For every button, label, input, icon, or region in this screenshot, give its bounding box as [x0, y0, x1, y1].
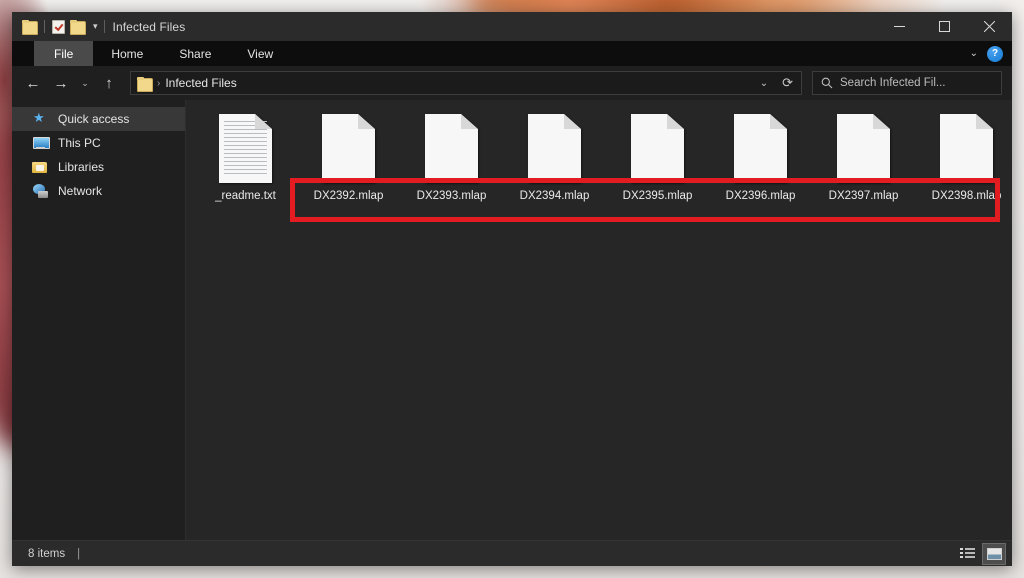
file-name-label: DX2393.mlap [416, 190, 487, 202]
blank-document-icon [322, 114, 375, 183]
list-item[interactable]: DX2394.mlap [503, 114, 606, 202]
computer-icon [32, 136, 50, 151]
file-name-label: DX2398.mlap [931, 190, 1002, 202]
file-list-pane[interactable]: _readme.txt DX2392.mlap DX2393.mlap DX23… [186, 100, 1012, 540]
tab-home[interactable]: Home [93, 41, 161, 66]
network-icon [32, 183, 49, 199]
list-item[interactable]: DX2396.mlap [709, 114, 812, 202]
search-icon [821, 77, 833, 89]
blank-document-icon [631, 114, 684, 183]
file-name-label: DX2395.mlap [622, 190, 693, 202]
explorer-body: Quick access This PC Libraries Network [12, 100, 1012, 540]
text-document-icon [219, 114, 272, 183]
folder-icon[interactable] [22, 20, 38, 35]
breadcrumb-separator: › [157, 77, 161, 89]
sidebar-item-label: Network [58, 184, 103, 198]
blank-document-icon [734, 114, 787, 183]
file-grid: _readme.txt DX2392.mlap DX2393.mlap DX23… [186, 114, 1012, 202]
blank-document-icon [837, 114, 890, 183]
sidebar-item-label: Libraries [58, 160, 105, 174]
file-explorer-window: ▾ Infected Files File Home Share View ⌄ … [12, 12, 1012, 566]
properties-icon[interactable] [52, 19, 65, 34]
address-bar: ← → ⌄ ↑ › Infected Files ⌄ ⟳ Search Infe… [12, 66, 1012, 100]
chevron-down-icon[interactable]: ▾ [93, 22, 98, 31]
list-item[interactable]: DX2395.mlap [606, 114, 709, 202]
blank-document-icon [425, 114, 478, 183]
file-name-label: _readme.txt [215, 190, 276, 202]
ribbon-tab-bar: File Home Share View ⌄ ? [12, 41, 1012, 66]
close-button[interactable] [967, 12, 1012, 41]
sidebar-item-network[interactable]: Network [12, 179, 185, 203]
breadcrumb-current-folder[interactable]: Infected Files [165, 76, 236, 90]
sidebar-item-quick-access[interactable]: Quick access [12, 107, 185, 131]
window-title: Infected Files [112, 19, 186, 34]
tab-view[interactable]: View [229, 41, 291, 66]
quick-access-toolbar: ▾ [12, 19, 98, 35]
title-divider [103, 20, 105, 33]
file-name-label: DX2392.mlap [313, 190, 384, 202]
navigation-pane: Quick access This PC Libraries Network [12, 100, 186, 540]
sidebar-item-label: This PC [58, 136, 101, 150]
sidebar-item-label: Quick access [58, 112, 130, 126]
status-bar: 8 items | [12, 540, 1012, 566]
up-arrow-icon[interactable]: ↑ [96, 70, 122, 96]
title-bar: ▾ Infected Files [12, 12, 1012, 41]
list-item[interactable]: DX2397.mlap [812, 114, 915, 202]
blank-document-icon [940, 114, 993, 183]
large-icons-view-icon[interactable] [982, 542, 1006, 565]
minimize-button[interactable] [877, 12, 922, 41]
window-caption-buttons [877, 12, 1012, 41]
sidebar-item-libraries[interactable]: Libraries [12, 155, 185, 179]
libraries-folder-icon [32, 160, 49, 175]
ribbon-right-controls: ⌄ ? [970, 41, 1012, 66]
forward-arrow-icon[interactable]: → [48, 70, 74, 96]
back-arrow-icon[interactable]: ← [20, 70, 46, 96]
new-folder-icon[interactable] [70, 20, 86, 35]
status-separator: | [77, 547, 81, 560]
address-history-chevron-down-icon[interactable]: ⌄ [760, 78, 768, 89]
address-bar-buttons: ⌄ ⟳ [760, 75, 795, 91]
help-button[interactable]: ? [987, 45, 1003, 62]
list-item[interactable]: DX2392.mlap [297, 114, 400, 202]
list-item[interactable]: _readme.txt [194, 114, 297, 202]
folder-icon [137, 76, 153, 92]
tab-share[interactable]: Share [161, 41, 229, 66]
refresh-icon[interactable]: ⟳ [782, 75, 793, 91]
blank-document-icon [528, 114, 581, 183]
breadcrumb[interactable]: › Infected Files ⌄ ⟳ [130, 71, 802, 95]
details-view-icon[interactable] [955, 543, 979, 565]
list-item[interactable]: DX2398.mlap [915, 114, 1012, 202]
search-placeholder: Search Infected Fil... [840, 77, 946, 89]
file-name-label: DX2396.mlap [725, 190, 796, 202]
maximize-button[interactable] [922, 12, 967, 41]
tab-file[interactable]: File [34, 41, 94, 66]
item-count-label: 8 items [28, 547, 66, 560]
sidebar-item-this-pc[interactable]: This PC [12, 131, 185, 155]
file-name-label: DX2397.mlap [828, 190, 899, 202]
view-mode-buttons [955, 542, 1006, 565]
toolbar-divider [44, 20, 45, 33]
recent-locations-chevron-down-icon[interactable]: ⌄ [76, 70, 94, 96]
search-input[interactable]: Search Infected Fil... [812, 71, 1002, 95]
list-item[interactable]: DX2393.mlap [400, 114, 503, 202]
file-name-label: DX2394.mlap [519, 190, 590, 202]
pin-icon [32, 110, 49, 127]
chevron-down-icon[interactable]: ⌄ [970, 48, 978, 59]
